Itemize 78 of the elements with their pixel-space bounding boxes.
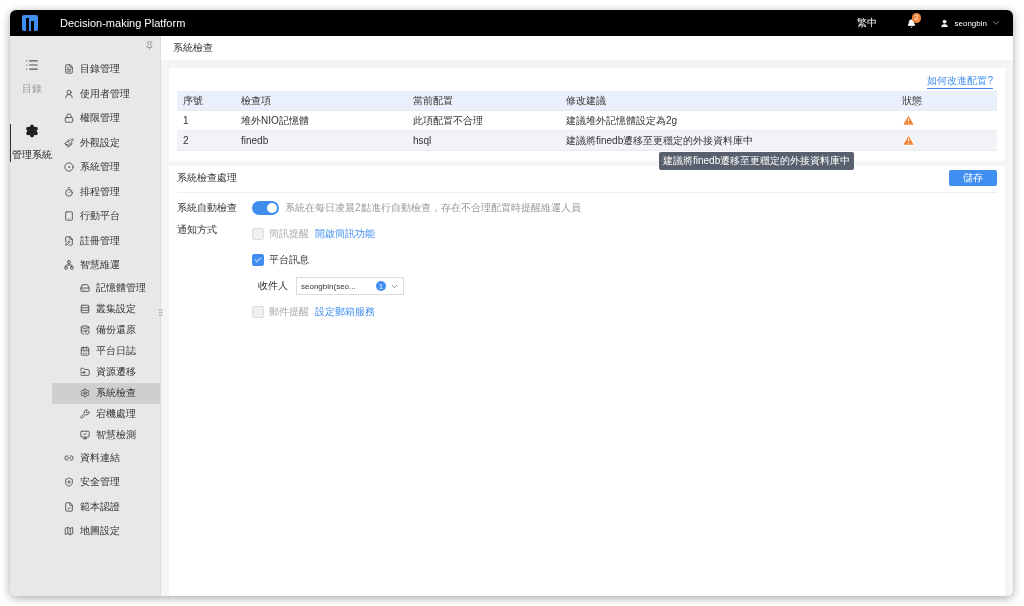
document-icon xyxy=(64,64,74,75)
table-cell: finedb xyxy=(235,131,407,151)
resize-handle-icon[interactable] xyxy=(156,308,165,317)
help-link[interactable]: 如何改進配置? xyxy=(927,74,993,89)
menu-item[interactable]: 行動平台 xyxy=(52,204,160,229)
rows-icon xyxy=(80,304,90,314)
app-title: Decision-making Platform xyxy=(60,17,187,29)
monitor-icon xyxy=(80,430,90,440)
database-icon xyxy=(80,325,90,335)
menu-item[interactable]: 範本認證 xyxy=(52,494,160,519)
tablet-icon xyxy=(64,211,74,222)
column-header: 修改建議 xyxy=(560,91,896,111)
drive-icon xyxy=(80,283,90,293)
list-icon xyxy=(25,58,39,72)
menu-item[interactable]: 系統管理 xyxy=(52,155,160,180)
pin-icon[interactable] xyxy=(145,41,154,50)
shield-icon xyxy=(64,477,74,488)
edit-document-icon xyxy=(64,235,74,246)
table-cell: 建議將finedb遷移至更穩定的外接資料庫中 xyxy=(560,131,896,151)
field-label: 系統自動檢查 xyxy=(177,201,238,215)
map-icon xyxy=(64,526,74,537)
checkbox-label: 簡訊提醒 xyxy=(269,227,309,241)
file-check-icon xyxy=(64,501,74,512)
warning-icon xyxy=(902,134,915,147)
toggle-switch[interactable] xyxy=(252,201,279,215)
submenu-item[interactable]: 智慧檢測 xyxy=(52,424,160,446)
submenu-item[interactable]: 宕機處理 xyxy=(52,403,160,425)
gear-icon xyxy=(25,124,39,138)
menu-item[interactable]: 安全管理 xyxy=(52,470,160,495)
link-icon xyxy=(64,452,74,463)
column-header: 狀態 xyxy=(896,91,997,111)
submenu-item[interactable]: 叢集設定 xyxy=(52,298,160,320)
column-header: 當前配置 xyxy=(407,91,560,111)
timer-icon xyxy=(64,186,74,197)
submenu-item[interactable]: 記憶體管理 xyxy=(52,277,160,299)
chevron-icon xyxy=(991,18,1001,28)
logo-icon xyxy=(22,15,38,31)
lock-icon xyxy=(64,113,74,124)
folder-icon xyxy=(80,367,90,377)
checkbox[interactable] xyxy=(252,254,264,266)
menu-item[interactable]: 目錄管理 xyxy=(52,57,160,82)
section-title: 系統檢查處理 xyxy=(177,171,237,185)
menu-item[interactable]: 排程管理 xyxy=(52,179,160,204)
menu-item[interactable]: 資料連結 xyxy=(52,445,160,470)
submenu-item[interactable]: 備份還原 xyxy=(52,319,160,341)
user-icon xyxy=(64,88,74,99)
check-icon xyxy=(254,256,262,264)
description-text: 系統在每日凌晨2點進行自動檢查，存在不合理配置時提醒維運人員 xyxy=(285,201,581,215)
column-header: 檢查項 xyxy=(235,91,407,111)
breadcrumb: 系統檢查 xyxy=(161,36,1013,60)
menu-item[interactable]: 外觀設定 xyxy=(52,130,160,155)
warning-icon xyxy=(902,114,915,127)
menu-item[interactable]: 地圖設定 xyxy=(52,519,160,544)
network-icon xyxy=(64,260,74,271)
submenu-item[interactable]: 平台日誌 xyxy=(52,340,160,362)
tooltip: 建議將finedb遷移至更穩定的外接資料庫中 xyxy=(659,152,855,170)
user-icon xyxy=(939,18,949,28)
submenu-item[interactable]: 資源遷移 xyxy=(52,361,160,383)
user-name[interactable]: seongbin xyxy=(954,18,987,28)
menu-item[interactable]: 註冊管理 xyxy=(52,228,160,253)
checkbox-label: 平台訊息 xyxy=(269,253,309,267)
wrench-icon xyxy=(80,409,90,419)
calendar-icon xyxy=(80,346,90,356)
paint-roller-icon xyxy=(64,137,74,148)
gear-icon xyxy=(80,388,90,398)
menu-item[interactable]: 使用者管理 xyxy=(52,81,160,106)
bell-icon[interactable] xyxy=(906,18,916,28)
checkbox-label: 郵件提醒 xyxy=(269,305,309,319)
circle-icon xyxy=(64,162,74,173)
field-label: 通知方式 xyxy=(177,223,218,237)
menu-item[interactable]: 權限管理 xyxy=(52,106,160,131)
table-cell: hsql xyxy=(407,131,560,151)
table-cell: 2 xyxy=(177,131,235,151)
column-header: 序號 xyxy=(177,91,235,111)
menu-item[interactable]: 智慧維運 xyxy=(52,253,160,278)
submenu-item[interactable]: 系統檢查 xyxy=(52,382,160,404)
language-menu[interactable]: 繁中 xyxy=(856,16,877,30)
recipient-label: 收件人 xyxy=(258,279,288,293)
